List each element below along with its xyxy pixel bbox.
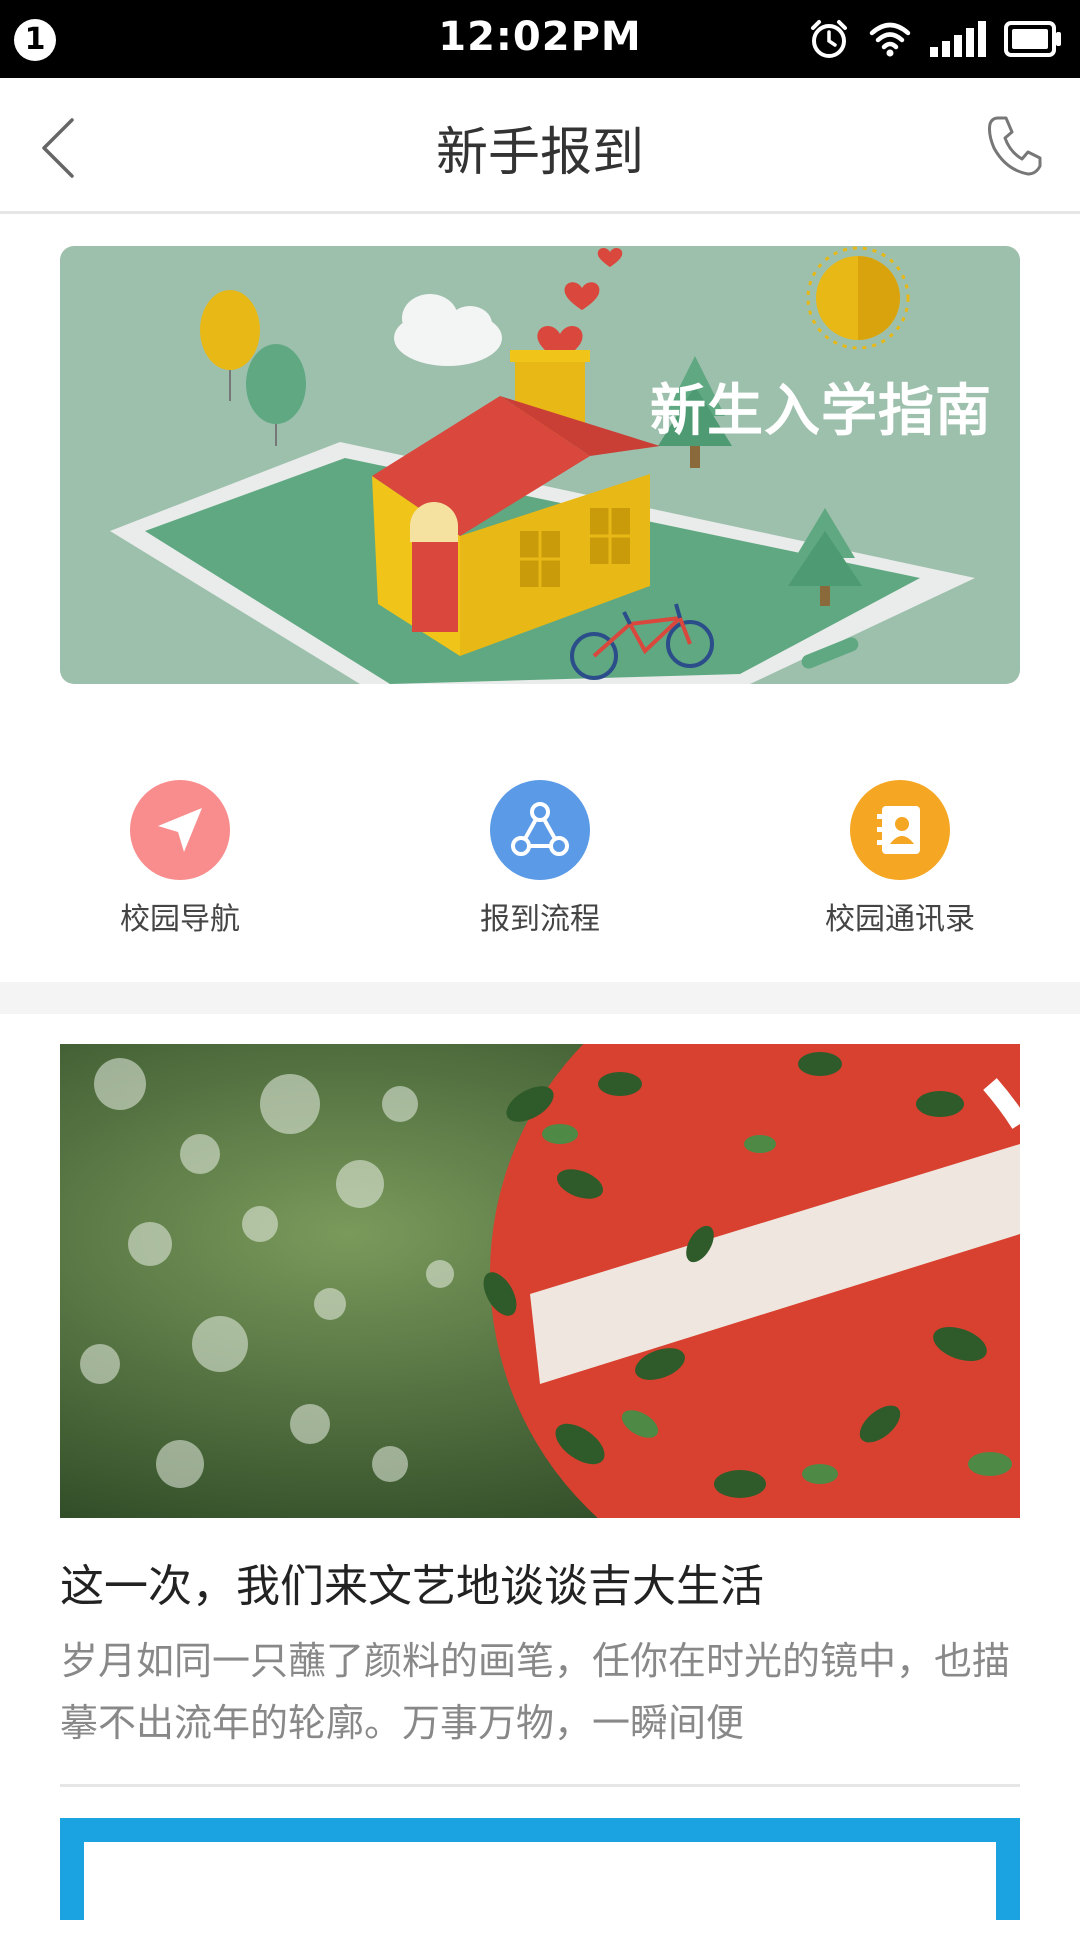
quick-action-registration-flow[interactable]: 报到流程 — [420, 760, 660, 938]
nav-bar: 新手报到 — [0, 78, 1080, 214]
quick-action-campus-directory[interactable]: 校园通讯录 — [780, 760, 1020, 938]
phone-icon — [984, 116, 1044, 182]
status-bar: 1 12:02PM — [0, 0, 1080, 78]
phone-button[interactable] — [984, 112, 1044, 178]
section-divider — [0, 982, 1080, 1014]
article-excerpt: 岁月如同一只蘸了颜料的画笔，任你在时光的镜中，也描摹不出流年的轮廓。万事万物，一… — [60, 1639, 1011, 1745]
next-article-card-inner — [84, 1842, 996, 1942]
quick-action-campus-navigation[interactable]: 校园导航 — [60, 760, 300, 938]
wifi-icon — [868, 21, 912, 57]
quick-action-label: 报到流程 — [480, 902, 600, 937]
navigation-arrow-icon — [130, 780, 230, 880]
flow-nodes-icon — [490, 780, 590, 880]
contacts-book-icon — [850, 780, 950, 880]
hero-illustration — [110, 246, 975, 684]
quick-actions: 校园导航 报到流程 校园通讯录 — [0, 760, 1080, 960]
next-article-card[interactable] — [60, 1818, 1020, 1942]
alarm-icon — [808, 18, 850, 60]
hero-banner[interactable]: 新生入学指南 — [60, 246, 1020, 684]
quick-action-label: 校园通讯录 — [825, 902, 975, 937]
article-title[interactable]: 这一次，我们来文艺地谈谈吉大生活 — [60, 1550, 1020, 1614]
battery-icon — [1004, 21, 1062, 57]
article-divider — [60, 1784, 1020, 1787]
quick-action-label: 校园导航 — [120, 902, 240, 937]
article-photo-art — [60, 1044, 1020, 1518]
signal-icon — [930, 21, 986, 57]
hero-caption: 新生入学指南 — [650, 379, 992, 444]
article-cover-image[interactable] — [60, 1044, 1020, 1518]
status-icons — [808, 16, 1062, 62]
page-title: 新手报到 — [435, 123, 644, 183]
